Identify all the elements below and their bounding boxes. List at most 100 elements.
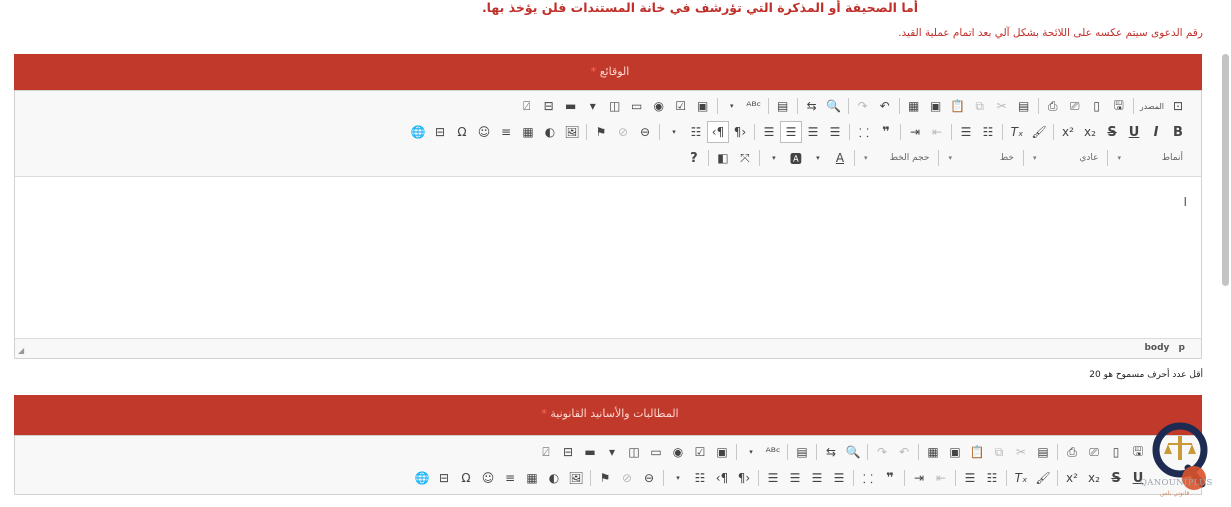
page-scrollbar[interactable]: [1222, 54, 1229, 286]
language-dropdown-icon[interactable]: ▾: [667, 467, 689, 489]
styles-combo[interactable]: أنماط ▾: [1111, 147, 1189, 169]
justify-icon[interactable]: ☰: [758, 121, 780, 143]
bulleted-list-icon[interactable]: ☰: [955, 121, 977, 143]
language-icon[interactable]: ☷: [685, 121, 707, 143]
increase-indent-icon[interactable]: ⇥: [904, 121, 926, 143]
find-icon[interactable]: 🔍: [842, 441, 864, 463]
button-field-icon[interactable]: ▬: [560, 95, 582, 117]
paste-word-icon[interactable]: ▦: [903, 95, 925, 117]
textarea-icon[interactable]: ◫: [623, 441, 645, 463]
smiley-icon[interactable]: ☺: [477, 467, 499, 489]
preview-icon[interactable]: ⎚: [1083, 441, 1105, 463]
anchor-icon[interactable]: ⚑: [590, 121, 612, 143]
spellcheck-icon[interactable]: ᴬᴮᶜ: [743, 95, 765, 117]
horizontal-line-icon[interactable]: ≡: [499, 467, 521, 489]
find-icon[interactable]: 🔍: [823, 95, 845, 117]
special-char-icon[interactable]: Ω: [451, 121, 473, 143]
copy-format-icon[interactable]: 🖌: [1032, 467, 1054, 489]
page-break-icon[interactable]: ⊟: [433, 467, 455, 489]
iframe-icon[interactable]: 🌐: [407, 121, 429, 143]
table-icon[interactable]: ▦: [521, 467, 543, 489]
strike-icon[interactable]: S: [1105, 467, 1127, 489]
italic-icon[interactable]: I: [1145, 121, 1167, 143]
underline-icon[interactable]: U: [1123, 121, 1145, 143]
justify-icon[interactable]: ☰: [762, 467, 784, 489]
replace-icon[interactable]: ⇆: [801, 95, 823, 117]
blockquote-icon[interactable]: ❞: [879, 467, 901, 489]
button-field-icon[interactable]: ▬: [579, 441, 601, 463]
language-icon[interactable]: ☷: [689, 467, 711, 489]
new-page-icon[interactable]: ▯: [1086, 95, 1108, 117]
radio-icon[interactable]: ◉: [648, 95, 670, 117]
form-icon[interactable]: ▣: [692, 95, 714, 117]
font-size-combo[interactable]: حجم الخط ▾: [858, 147, 936, 169]
print-icon[interactable]: ⎙: [1061, 441, 1083, 463]
text-color-dropdown-icon[interactable]: ▾: [807, 147, 829, 169]
templates-icon[interactable]: ▤: [1032, 441, 1054, 463]
remove-format-icon[interactable]: Tₓ: [1006, 121, 1028, 143]
remove-format-icon[interactable]: Tₓ: [1010, 467, 1032, 489]
checkbox-icon[interactable]: ☑: [689, 441, 711, 463]
bulleted-list-icon[interactable]: ☰: [959, 467, 981, 489]
textfield-icon[interactable]: ▭: [626, 95, 648, 117]
ltr-icon[interactable]: ¶›: [733, 467, 755, 489]
unlink-icon[interactable]: ⊘: [616, 467, 638, 489]
link-icon[interactable]: ⊖: [638, 467, 660, 489]
numbered-list-icon[interactable]: ☷: [977, 121, 999, 143]
flash-icon[interactable]: ◐: [543, 467, 565, 489]
resize-handle-icon[interactable]: ◢: [18, 346, 24, 355]
font-combo[interactable]: خط ▾: [942, 147, 1020, 169]
flash-icon[interactable]: ◐: [539, 121, 561, 143]
iframe-icon[interactable]: 🌐: [411, 467, 433, 489]
checkbox-icon[interactable]: ☑: [670, 95, 692, 117]
bg-color-icon[interactable]: 🅰: [785, 147, 807, 169]
rtl-icon[interactable]: ‹¶: [707, 121, 729, 143]
paste-icon[interactable]: 📋: [947, 95, 969, 117]
image-button-icon[interactable]: ⊟: [538, 95, 560, 117]
maximize-icon[interactable]: ⤧: [734, 147, 756, 169]
spellcheck-icon[interactable]: ᴬᴮᶜ: [762, 441, 784, 463]
source-icon[interactable]: ⊡: [1167, 95, 1189, 117]
preview-icon[interactable]: ⎚: [1064, 95, 1086, 117]
copy-icon[interactable]: ⧉: [969, 95, 991, 117]
undo-icon[interactable]: ↶: [874, 95, 896, 117]
select-field-icon[interactable]: ▾: [582, 95, 604, 117]
subscript-icon[interactable]: x₂: [1079, 121, 1101, 143]
decrease-indent-icon[interactable]: ⇤: [926, 121, 948, 143]
source-label[interactable]: المصدر: [1140, 102, 1164, 111]
bold-icon[interactable]: B: [1167, 121, 1189, 143]
horizontal-line-icon[interactable]: ≡: [495, 121, 517, 143]
hidden-field-icon[interactable]: ⍁: [516, 95, 538, 117]
print-icon[interactable]: ⎙: [1042, 95, 1064, 117]
select-all-icon[interactable]: ▤: [791, 441, 813, 463]
language-dropdown-icon[interactable]: ▾: [663, 121, 685, 143]
radio-icon[interactable]: ◉: [667, 441, 689, 463]
anchor-icon[interactable]: ⚑: [594, 467, 616, 489]
paste-text-icon[interactable]: ▣: [944, 441, 966, 463]
spellcheck-dropdown-icon[interactable]: ▾: [721, 95, 743, 117]
page-break-icon[interactable]: ⊟: [429, 121, 451, 143]
subscript-icon[interactable]: x₂: [1083, 467, 1105, 489]
decrease-indent-icon[interactable]: ⇤: [930, 467, 952, 489]
image-icon[interactable]: 🖼: [561, 121, 583, 143]
align-right-icon[interactable]: ☰: [780, 121, 802, 143]
save-icon[interactable]: 🖫: [1108, 95, 1130, 117]
select-all-icon[interactable]: ▤: [772, 95, 794, 117]
rtl-icon[interactable]: ‹¶: [711, 467, 733, 489]
blockquote-icon[interactable]: ❞: [875, 121, 897, 143]
text-color-icon[interactable]: A: [829, 147, 851, 169]
unlink-icon[interactable]: ⊘: [612, 121, 634, 143]
superscript-icon[interactable]: x²: [1061, 467, 1083, 489]
paste-icon[interactable]: 📋: [966, 441, 988, 463]
table-icon[interactable]: ▦: [517, 121, 539, 143]
align-right-icon[interactable]: ☰: [784, 467, 806, 489]
textfield-icon[interactable]: ▭: [645, 441, 667, 463]
cut-icon[interactable]: ✂: [1010, 441, 1032, 463]
bg-color-dropdown-icon[interactable]: ▾: [763, 147, 785, 169]
claims-editor[interactable]: 🖫 ▯ ⎚ ⎙ ▤ ✂ ⧉ 📋 ▣ ▦ ↶ ↷ 🔍 ⇆ ▤ ᴬᴮᶜ ▾ ▣ ☑ …: [14, 435, 1202, 495]
ltr-icon[interactable]: ¶›: [729, 121, 751, 143]
paste-word-icon[interactable]: ▦: [922, 441, 944, 463]
facts-text-area[interactable]: I: [15, 176, 1201, 339]
format-combo[interactable]: عادي ▾: [1027, 147, 1105, 169]
copy-icon[interactable]: ⧉: [988, 441, 1010, 463]
